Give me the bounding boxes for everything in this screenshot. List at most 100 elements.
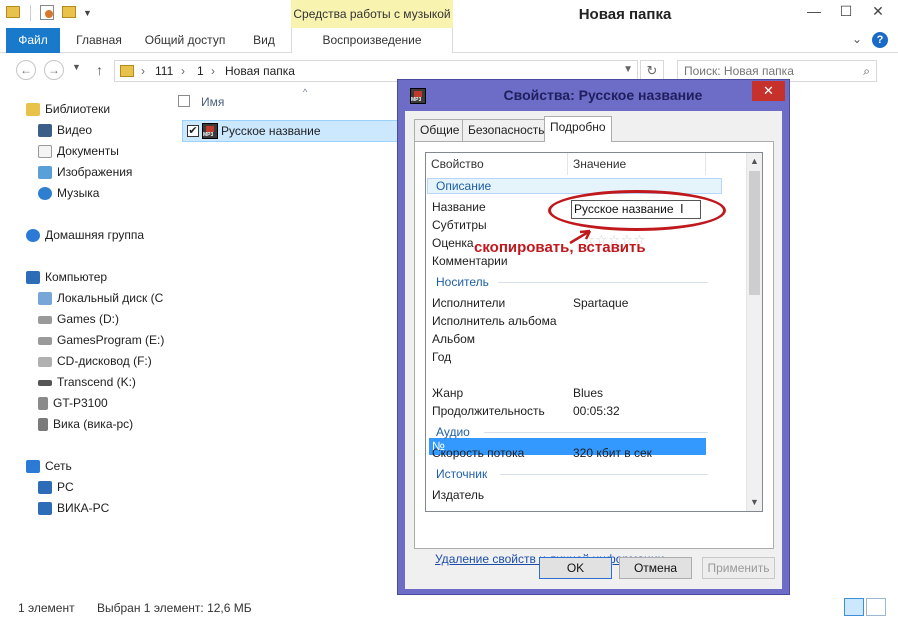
breadcrumb-1[interactable]: 1 xyxy=(197,64,204,78)
recent-locations-icon[interactable]: ▼ xyxy=(72,62,81,72)
prop-subtitle[interactable]: Субтитры xyxy=(432,216,487,234)
value-genre[interactable]: Blues xyxy=(573,384,603,402)
nav-drive-d[interactable]: Games (D:) xyxy=(38,310,119,328)
computer-icon xyxy=(26,271,40,285)
chevron-down-icon[interactable]: ▼ xyxy=(623,64,633,75)
tab-general[interactable]: Общие xyxy=(414,119,466,141)
breadcrumb-new-folder[interactable]: Новая папка xyxy=(225,64,295,78)
tab-home[interactable]: Главная xyxy=(68,28,130,53)
file-row[interactable]: ✔ Русское название xyxy=(182,120,398,142)
prop-duration[interactable]: Продолжительность xyxy=(432,402,545,420)
group-description[interactable]: Описание xyxy=(436,178,491,194)
nav-gt-p3100[interactable]: GT-P3100 xyxy=(38,394,108,412)
music-icon xyxy=(38,187,52,201)
mp3-file-icon xyxy=(410,88,426,104)
nav-music[interactable]: Музыка xyxy=(38,184,99,202)
breadcrumb-111[interactable]: 111 xyxy=(155,64,173,78)
group-divider xyxy=(500,474,708,475)
value-bitrate[interactable]: 320 кбит в сек xyxy=(573,444,652,462)
close-button[interactable]: ✕ xyxy=(864,0,892,22)
nav-drive-c[interactable]: Локальный диск (С xyxy=(38,289,163,307)
group-media[interactable]: Носитель xyxy=(436,274,489,290)
cancel-button[interactable]: Отмена xyxy=(619,557,692,579)
computer-icon xyxy=(38,502,52,516)
pictures-icon xyxy=(38,166,52,180)
up-icon[interactable]: ↑ xyxy=(96,62,103,78)
new-folder-icon[interactable] xyxy=(62,6,76,18)
prop-publisher[interactable]: Издатель xyxy=(432,486,484,504)
prop-genre[interactable]: Жанр xyxy=(432,384,463,402)
minimize-button[interactable]: — xyxy=(800,0,828,22)
nav-video[interactable]: Видео xyxy=(38,121,92,139)
tab-details[interactable]: Подробно xyxy=(544,116,612,142)
column-name[interactable]: Имя xyxy=(201,95,224,109)
value-duration[interactable]: 00:05:32 xyxy=(573,402,620,420)
column-property[interactable]: Свойство xyxy=(426,153,568,175)
prop-track-number[interactable]: № xyxy=(432,437,445,455)
value-artists[interactable]: Spartaque xyxy=(573,294,628,312)
ok-button[interactable]: OK xyxy=(539,557,612,579)
tab-playback[interactable]: Воспроизведение xyxy=(291,28,453,53)
prop-artists[interactable]: Исполнители xyxy=(432,294,505,312)
scrollbar-thumb[interactable] xyxy=(749,171,760,295)
ribbon-tabs: Файл Главная Общий доступ Вид Воспроизве… xyxy=(0,28,898,53)
forward-button[interactable]: → xyxy=(44,60,64,80)
prop-album-artist[interactable]: Исполнитель альбома xyxy=(432,312,557,330)
nav-pc[interactable]: PC xyxy=(38,478,74,496)
dialog-title: Свойства: Русское название xyxy=(503,87,703,103)
drive-icon xyxy=(38,336,52,345)
help-icon[interactable]: ? xyxy=(872,32,888,48)
column-value[interactable]: Значение xyxy=(568,153,706,175)
dialog-body: Общие Безопасность Подробно Свойство Зна… xyxy=(405,111,782,589)
nav-homegroup[interactable]: Домашняя группа xyxy=(26,226,144,244)
nav-documents[interactable]: Документы xyxy=(38,142,119,160)
customize-toolbar-icon[interactable]: ▼ xyxy=(83,8,92,18)
vertical-scrollbar[interactable]: ▲ ▼ xyxy=(746,153,762,511)
select-all-checkbox[interactable] xyxy=(178,95,190,107)
maximize-button[interactable]: ☐ xyxy=(832,0,860,22)
apply-button[interactable]: Применить xyxy=(702,557,775,579)
tab-security[interactable]: Безопасность xyxy=(462,119,551,141)
prop-rating[interactable]: Оценка xyxy=(432,234,474,252)
device-icon xyxy=(38,397,48,411)
scroll-down-icon[interactable]: ▼ xyxy=(750,497,759,507)
properties-dialog: Свойства: Русское название ✕ Общие Безоп… xyxy=(397,79,790,595)
video-icon xyxy=(38,124,52,138)
nav-vika[interactable]: Вика (вика-pc) xyxy=(38,415,133,433)
tab-file[interactable]: Файл xyxy=(6,28,60,53)
nav-vika-pc[interactable]: ВИКА-PC xyxy=(38,499,109,517)
navigation-pane: Библиотеки Видео Документы Изображения М… xyxy=(0,92,172,592)
nav-network[interactable]: Сеть xyxy=(26,457,72,475)
cd-drive-icon xyxy=(38,356,52,367)
back-button[interactable]: ← xyxy=(16,60,36,80)
scroll-up-icon[interactable]: ▲ xyxy=(750,156,759,166)
large-icons-view-button[interactable] xyxy=(866,598,886,616)
details-view-button[interactable] xyxy=(844,598,864,616)
prop-bitrate[interactable]: Скорость потока xyxy=(432,444,524,462)
properties-icon[interactable] xyxy=(40,5,54,20)
search-input[interactable] xyxy=(684,62,854,80)
context-tab-music-tools: Средства работы с музыкой xyxy=(291,0,453,28)
nav-pictures[interactable]: Изображения xyxy=(38,163,132,181)
nav-libraries[interactable]: Библиотеки xyxy=(26,100,110,118)
tab-share[interactable]: Общий доступ xyxy=(138,28,232,53)
computer-icon xyxy=(38,481,52,495)
dialog-close-button[interactable]: ✕ xyxy=(752,81,785,101)
chevron-down-icon[interactable]: ⌄ xyxy=(852,32,862,46)
nav-drive-k[interactable]: Transcend (K:) xyxy=(38,373,136,391)
search-icon[interactable]: ⌕ xyxy=(863,64,870,79)
mp3-file-icon xyxy=(202,123,218,139)
group-source[interactable]: Источник xyxy=(436,466,487,482)
nav-drive-e[interactable]: GamesProgram (E:) xyxy=(38,331,164,349)
prop-title[interactable]: Название xyxy=(432,198,486,216)
file-checkbox[interactable]: ✔ xyxy=(187,125,199,137)
folder-icon xyxy=(6,6,20,18)
prop-album[interactable]: Альбом xyxy=(432,330,475,348)
breadcrumb-separator: › xyxy=(181,64,185,78)
column-header: Имя ^ xyxy=(176,87,396,114)
details-panel: Свойство Значение Описание Название Субт… xyxy=(414,141,774,566)
nav-computer[interactable]: Компьютер xyxy=(26,268,107,286)
tab-view[interactable]: Вид xyxy=(244,28,284,53)
nav-drive-f[interactable]: CD-дисковод (F:) xyxy=(38,352,152,370)
prop-year[interactable]: Год xyxy=(432,348,451,366)
